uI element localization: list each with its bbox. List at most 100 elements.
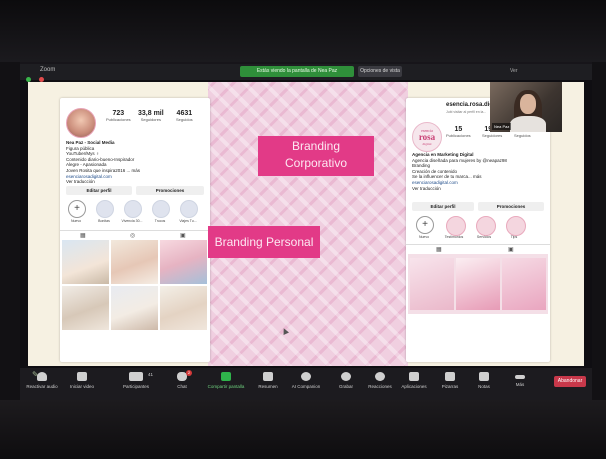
participant-video-tile[interactable]: Nea Paz [490,82,562,132]
promotions-button[interactable]: Promociones [478,202,544,211]
photo-background-bottom [0,400,606,459]
highlight-label: Viajes Tu... [179,219,197,223]
label-line: Branding [291,139,341,153]
post-thumbnail[interactable] [160,286,207,330]
profile-handle-subtitle: Jubi visitar al perfil en la... [446,110,487,114]
participant-face [520,94,536,114]
tool-label: Reactivar audio [26,384,58,389]
post-thumbnail[interactable] [160,240,207,284]
summary-icon [263,372,273,381]
participant-name: Nea Paz [492,123,512,130]
post-thumbnail[interactable] [111,240,158,284]
profile-bio: Agencia en Marketing Digital Agencia dis… [412,152,548,191]
highlight-circle[interactable] [96,200,114,218]
zoom-bottom-toolbar: ✎ Reactivar audio Iniciar video Particip… [20,368,592,400]
tool-label: Iniciar video [69,384,94,389]
posts-count: 723 Publicaciones [106,110,131,122]
participants-count-badge: 41 [148,372,154,377]
apps-button[interactable]: Aplicaciones [394,372,434,389]
microphone-muted-icon [37,372,47,381]
promotions-button[interactable]: Promociones [136,186,204,195]
followers-label: Seguidores [140,117,161,122]
camera-off-icon [77,372,87,381]
edit-profile-button[interactable]: Editar perfil [66,186,132,195]
tagged-icon[interactable]: ▣ [180,232,186,239]
posts-grid [62,240,208,360]
highlight-label: Servicios [476,235,492,239]
following-label: Seguidos [514,133,531,138]
posts-label: Publicaciones [446,133,471,138]
profile-bio: Nea Paz - Social Media Figura pública Yo… [66,140,206,185]
reels-icon[interactable]: ◎ [130,232,135,239]
summary-button[interactable]: Resumen [248,372,288,389]
sparkle-icon [301,372,311,381]
participant-shirt [510,116,546,132]
highlight-circle[interactable] [180,200,198,218]
translate-link[interactable]: Ver traducción [66,179,206,185]
post-thumbnail[interactable] [62,240,109,284]
notes-icon [479,372,489,381]
profile-tabs: ▦ ◎ ▣ [60,230,210,239]
posts-value: 15 [454,126,463,133]
highlight-label: Nuevo [70,219,82,223]
highlight-label: Testimonios [444,235,464,239]
leave-meeting-button[interactable]: Abandonar [554,376,586,387]
highlight-circle[interactable] [476,216,496,236]
share-screen-icon [221,372,231,381]
record-icon [341,372,351,381]
posts-grid [408,254,548,314]
highlight-circle[interactable] [506,216,526,236]
photo-background-top [0,0,606,62]
highlight-label: Trucos [154,219,166,223]
chat-button[interactable]: Chat [162,372,202,389]
post-thumbnail[interactable] [410,258,454,310]
view-layout-button[interactable]: Ver [510,68,518,74]
share-screen-button[interactable]: Compartir pantalla [206,372,246,389]
participants-icon [129,372,143,381]
new-highlight-plus-icon[interactable]: + [416,216,434,234]
logo-text: digital [422,142,432,146]
window-title: Zoom [40,67,56,73]
post-thumbnail[interactable] [502,258,546,310]
edit-profile-button[interactable]: Editar perfil [412,202,474,211]
highlight-label: Nuevo [418,235,430,239]
label-line: Corporativo [284,156,348,170]
highlight-label: Tips [510,235,518,239]
screen-share-banner: Estás viendo la pantalla de Nea Paz [240,66,354,77]
highlight-circle[interactable] [152,200,170,218]
tool-label: Notas [478,384,490,389]
monitor-bezel-right [592,62,606,402]
profile-tabs: ▦ ▣ [406,244,550,253]
unmute-audio-button[interactable]: Reactivar audio [22,372,62,389]
notes-button[interactable]: Notas [464,372,504,389]
highlight-label: Bonitas [98,219,110,223]
tagged-icon[interactable]: ▣ [508,246,514,253]
new-highlight-plus-icon[interactable]: + [68,200,86,218]
start-video-button[interactable]: Iniciar video [62,372,102,389]
zoom-top-bar: Zoom Estás viendo la pantalla de Nea Paz… [20,64,592,82]
highlight-circle[interactable] [446,216,466,236]
post-thumbnail[interactable] [456,258,500,310]
posts-label: Publicaciones [106,117,131,122]
logo-text: rosa [418,132,436,142]
more-button[interactable]: Más [500,372,540,387]
view-options-button[interactable]: Opciones de vista [358,66,402,77]
post-thumbnail[interactable] [62,286,109,330]
tool-label: Chat [177,384,187,389]
whiteboard-icon [445,372,455,381]
ellipsis-icon [515,375,525,379]
grid-icon[interactable]: ▦ [80,232,86,239]
grid-icon[interactable]: ▦ [436,246,442,253]
following-count: 4631 Seguidos [176,110,193,122]
smiley-icon [375,372,385,381]
tool-label: AI Companion [291,384,321,389]
highlight-circle[interactable] [124,200,142,218]
post-thumbnail[interactable] [111,286,158,330]
tool-label: Resumen [258,384,278,389]
highlights-row: + Nuevo Testimonios Servicios Tips [410,216,550,244]
translate-link[interactable]: Ver traducción [412,186,548,192]
ai-companion-button[interactable]: AI Companion [286,372,326,389]
followers-count: 33,8 mil Seguidores [138,110,164,122]
brand-logo: esencia rosa digital [412,122,442,152]
posts-count: 15 Publicaciones [446,126,471,138]
